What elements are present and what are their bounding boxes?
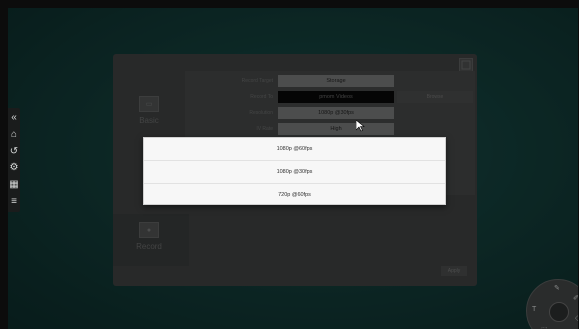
- undo-icon[interactable]: ↺: [10, 146, 18, 157]
- settings-icon[interactable]: ⚙: [10, 163, 19, 173]
- apps-icon[interactable]: ▦: [9, 179, 18, 190]
- floating-toolbar: « ⌂ ↺ ⚙ ▦ ≡: [8, 108, 20, 212]
- dropdown-option[interactable]: 1080p @60fps: [144, 138, 445, 161]
- radial-marker-icon[interactable]: ✐: [573, 294, 578, 302]
- radial-shape-icon[interactable]: ◇: [575, 314, 578, 322]
- radial-text-icon[interactable]: T: [532, 306, 536, 313]
- mouse-cursor-icon: [355, 119, 365, 137]
- radial-pen-icon[interactable]: ✎: [554, 284, 560, 292]
- annotate-icon[interactable]: ≡: [11, 196, 17, 207]
- collapse-left-icon[interactable]: «: [11, 113, 17, 123]
- dropdown-option[interactable]: 1080p @30fps: [144, 161, 445, 184]
- dropdown-option[interactable]: 720p @60fps: [144, 184, 445, 206]
- radial-center-button[interactable]: [549, 302, 569, 322]
- home-icon[interactable]: ⌂: [11, 129, 17, 140]
- resolution-dropdown-list: 1080p @60fps 1080p @30fps 720p @60fps: [143, 137, 446, 205]
